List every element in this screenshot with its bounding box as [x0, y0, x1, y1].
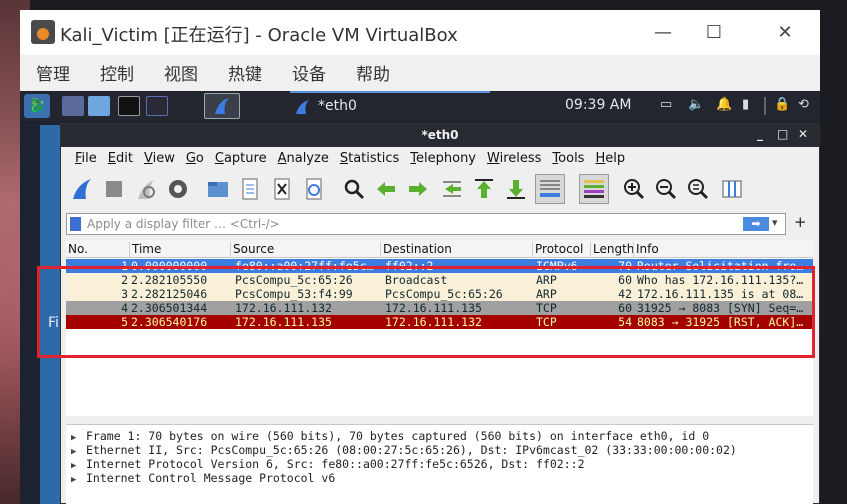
menu-go[interactable]: Go [186, 151, 204, 166]
taskbar-item-label: *eth0 [318, 98, 357, 114]
start-capture-icon[interactable] [71, 178, 93, 200]
logout-icon[interactable]: ⟲ [798, 97, 809, 112]
wireshark-fin-icon [294, 99, 312, 115]
menu-telephony[interactable]: Telephony [410, 151, 476, 166]
lock-icon[interactable]: 🔒 [774, 97, 790, 112]
go-first-packet-icon[interactable] [473, 178, 495, 200]
detail-row-icmpv6[interactable]: ▶ Internet Control Message Protocol v6 [71, 471, 335, 485]
apply-filter-arrow-icon[interactable]: ➡ [743, 217, 769, 231]
red-highlight-box [37, 266, 815, 358]
column-length[interactable]: Length [590, 242, 634, 258]
resize-columns-icon[interactable] [721, 178, 743, 200]
menu-tools[interactable]: Tools [552, 151, 584, 166]
add-filter-button[interactable]: + [794, 213, 807, 231]
menu-analyze[interactable]: Analyze [278, 151, 329, 166]
colorize-icon[interactable] [579, 174, 609, 204]
wireshark-main-toolbar [61, 170, 819, 208]
wireshark-menubar: File Edit View Go Capture Analyze Statis… [61, 147, 819, 170]
file-manager-icon[interactable] [88, 96, 110, 116]
menu-statistics[interactable]: Statistics [340, 151, 399, 166]
menu-capture[interactable]: Capture [215, 151, 267, 166]
save-file-icon[interactable] [239, 178, 261, 200]
window-title: Kali_Victim [正在运行] - Oracle VM VirtualBo… [60, 25, 458, 46]
expand-arrow-icon[interactable]: ▶ [71, 461, 86, 471]
virtualbox-app-icon [31, 20, 55, 44]
taskbar-wireshark-item[interactable]: *eth0 [290, 91, 490, 121]
display-filter-input[interactable]: Apply a display filter … <Ctrl-/> ➡ ▾ [66, 213, 786, 235]
wireshark-title: *eth0 [421, 128, 459, 142]
wireshark-minimize-button[interactable]: _ [757, 127, 763, 141]
close-file-icon[interactable] [271, 178, 293, 200]
menu-control[interactable]: 控制 [100, 60, 134, 85]
display-icon[interactable]: ▭ [660, 97, 672, 112]
minimize-button[interactable]: — [646, 18, 680, 46]
find-packet-icon[interactable] [343, 178, 365, 200]
packet-list-header: No. Time Source Destination Protocol Len… [66, 240, 813, 258]
display-filter-placeholder: Apply a display filter … <Ctrl-/> [87, 217, 280, 231]
open-file-icon[interactable] [207, 178, 229, 200]
panel-separator [764, 97, 766, 115]
screen-recorder-icon[interactable] [146, 96, 168, 116]
filter-dropdown-chevron-icon[interactable]: ▾ [772, 216, 778, 229]
menu-help[interactable]: Help [595, 151, 625, 166]
column-source[interactable]: Source [230, 242, 274, 258]
capture-options-icon[interactable] [167, 178, 189, 200]
wireshark-launcher-icon[interactable] [204, 93, 240, 119]
virtualbox-window: Kali_Victim [正在运行] - Oracle VM VirtualBo… [20, 10, 820, 504]
wireshark-close-button[interactable]: ✕ [798, 127, 808, 141]
stop-capture-icon[interactable] [103, 178, 125, 200]
kali-top-panel: 🐉 *eth0 09:39 AM ▭ 🔈 🔔 ▮ 🔒 ⟲ [20, 91, 820, 121]
column-info[interactable]: Info [633, 242, 659, 258]
packet-details-pane: ▶ Frame 1: 70 bytes on wire (560 bits), 7… [66, 424, 813, 504]
column-time[interactable]: Time [129, 242, 161, 258]
detail-row-ipv6[interactable]: ▶ Internet Protocol Version 6, Src: fe80:… [71, 457, 585, 471]
restart-capture-icon[interactable] [135, 178, 157, 200]
close-button[interactable]: ✕ [768, 18, 802, 46]
virtualbox-menubar: 管理 控制 视图 热键 设备 帮助 [20, 55, 820, 89]
detail-row-frame[interactable]: ▶ Frame 1: 70 bytes on wire (560 bits), 7… [71, 429, 709, 443]
menu-view[interactable]: 视图 [164, 60, 198, 85]
volume-icon[interactable]: 🔈 [688, 97, 704, 112]
zoom-out-icon[interactable] [655, 178, 677, 200]
expand-arrow-icon[interactable]: ▶ [71, 447, 86, 457]
zoom-in-icon[interactable] [623, 178, 645, 200]
menu-wireless[interactable]: Wireless [487, 151, 541, 166]
clock[interactable]: 09:39 AM [565, 97, 631, 113]
kali-menu-icon[interactable]: 🐉 [24, 94, 50, 118]
go-back-icon[interactable] [375, 178, 397, 200]
menu-hotkey[interactable]: 热键 [228, 60, 262, 85]
column-destination[interactable]: Destination [380, 242, 452, 258]
terminal-icon[interactable] [118, 96, 140, 116]
menu-help[interactable]: 帮助 [356, 60, 390, 85]
expand-arrow-icon[interactable]: ▶ [71, 475, 86, 485]
menu-edit[interactable]: Edit [108, 151, 133, 166]
expand-arrow-icon[interactable]: ▶ [71, 433, 86, 443]
wireshark-titlebar: *eth0 _ □ ✕ [61, 124, 819, 147]
maximize-button[interactable]: ☐ [697, 18, 731, 46]
menu-manage[interactable]: 管理 [36, 60, 70, 85]
go-last-packet-icon[interactable] [505, 178, 527, 200]
wireshark-maximize-button[interactable]: □ [777, 127, 788, 141]
detail-row-ethernet[interactable]: ▶ Ethernet II, Src: PcsCompu_5c:65:26 (08… [71, 443, 737, 457]
battery-icon[interactable]: ▮ [742, 97, 749, 112]
column-protocol[interactable]: Protocol [532, 242, 583, 258]
menu-file[interactable]: File [75, 151, 97, 166]
notification-bell-icon[interactable]: 🔔 [716, 97, 732, 112]
normal-size-icon[interactable] [687, 178, 709, 200]
menu-devices[interactable]: 设备 [292, 60, 326, 85]
reload-file-icon[interactable] [303, 178, 325, 200]
bookmark-filter-icon[interactable] [70, 217, 81, 231]
virtualbox-titlebar: Kali_Victim [正在运行] - Oracle VM VirtualBo… [20, 10, 820, 55]
column-no[interactable]: No. [66, 242, 88, 258]
menu-view[interactable]: View [144, 151, 175, 166]
autoscroll-icon[interactable] [535, 174, 565, 204]
go-to-packet-icon[interactable] [441, 178, 463, 200]
go-forward-icon[interactable] [407, 178, 429, 200]
show-desktop-icon[interactable] [62, 96, 84, 116]
